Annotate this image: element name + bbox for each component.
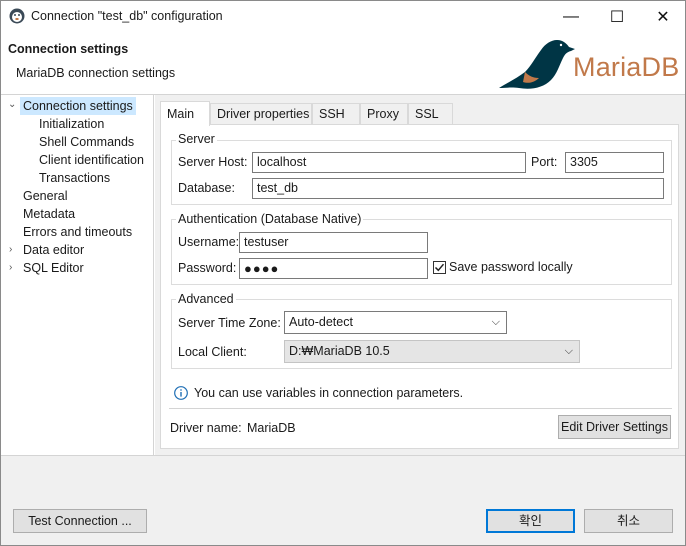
dialog-header: Connection settings MariaDB connection s… bbox=[1, 32, 685, 94]
chevron-right-icon[interactable]: › bbox=[9, 259, 19, 277]
main-tab-panel: Server Server Host: localhost Port: 3305… bbox=[160, 124, 679, 449]
database-label: Database: bbox=[178, 181, 235, 195]
tree-item-connection-settings[interactable]: Connection settings bbox=[20, 97, 136, 115]
database-input[interactable]: test_db bbox=[252, 178, 664, 199]
header-subtitle: MariaDB connection settings bbox=[16, 66, 176, 80]
username-label: Username: bbox=[178, 235, 240, 249]
local-client-value: D:₩MariaDB 10.5 bbox=[289, 344, 390, 358]
minimize-icon: — bbox=[563, 7, 579, 25]
dbeaver-app-icon bbox=[9, 8, 25, 24]
info-icon bbox=[174, 386, 188, 400]
maximize-button[interactable]: ☐ bbox=[594, 1, 640, 32]
window-title: Connection "test_db" configuration bbox=[31, 9, 223, 23]
variables-info-text: You can use variables in connection para… bbox=[194, 386, 464, 400]
chevron-down-icon: ⌵ bbox=[564, 345, 573, 357]
test-connection-button[interactable]: Test Connection ... bbox=[13, 509, 147, 533]
header-title: Connection settings bbox=[8, 42, 129, 56]
sea-lion-icon bbox=[499, 40, 575, 89]
logo-text: MariaDB bbox=[573, 52, 680, 82]
edit-driver-settings-button[interactable]: Edit Driver Settings bbox=[558, 415, 671, 439]
tree-item-metadata[interactable]: Metadata bbox=[23, 205, 75, 223]
tree-item-general[interactable]: General bbox=[23, 187, 67, 205]
checkmark-icon bbox=[434, 263, 445, 272]
tree-item-client-identification[interactable]: Client identification bbox=[39, 151, 144, 169]
tab-driver-properties[interactable]: Driver properties bbox=[210, 103, 312, 125]
tree-item-data-editor[interactable]: Data editor bbox=[23, 241, 84, 259]
local-client-label: Local Client: bbox=[178, 345, 247, 359]
mariadb-logo: MariaDB bbox=[495, 32, 685, 94]
local-client-select[interactable]: D:₩MariaDB 10.5 ⌵ bbox=[284, 340, 580, 363]
server-time-zone-value: Auto-detect bbox=[289, 315, 353, 329]
dialog-window: Connection "test_db" configuration — ☐ ✕… bbox=[0, 0, 686, 546]
auth-group-label: Authentication (Database Native) bbox=[176, 212, 364, 226]
server-time-zone-label: Server Time Zone: bbox=[178, 316, 281, 330]
chevron-down-icon[interactable]: ⌄ bbox=[8, 96, 18, 114]
password-input[interactable]: ●●●● bbox=[239, 258, 428, 279]
driver-name-label: Driver name: bbox=[170, 421, 242, 435]
minimize-button[interactable]: — bbox=[548, 1, 594, 32]
chevron-down-icon: ⌵ bbox=[491, 316, 500, 328]
chevron-right-icon[interactable]: › bbox=[9, 241, 19, 259]
advanced-group-label: Advanced bbox=[176, 292, 236, 306]
tab-ssl[interactable]: SSL bbox=[408, 103, 453, 125]
title-bar[interactable]: Connection "test_db" configuration — ☐ ✕ bbox=[1, 1, 685, 32]
server-group-label: Server bbox=[176, 132, 217, 146]
driver-name-value: MariaDB bbox=[247, 421, 296, 435]
server-time-zone-select[interactable]: Auto-detect ⌵ bbox=[284, 311, 507, 334]
maximize-icon: ☐ bbox=[609, 8, 625, 26]
port-label: Port: bbox=[531, 155, 558, 169]
tree-item-errors-and-timeouts[interactable]: Errors and timeouts bbox=[23, 223, 132, 241]
tab-proxy[interactable]: Proxy bbox=[360, 103, 408, 125]
tree-item-initialization[interactable]: Initialization bbox=[39, 115, 104, 133]
server-host-input[interactable]: localhost bbox=[252, 152, 526, 173]
close-window-button[interactable]: ✕ bbox=[640, 1, 686, 32]
save-password-checkbox[interactable] bbox=[433, 261, 446, 274]
ok-button[interactable]: 확인 bbox=[486, 509, 575, 533]
settings-tree: ⌄ Connection settings Initialization She… bbox=[1, 95, 154, 455]
cancel-button[interactable]: 취소 bbox=[584, 509, 673, 533]
close-icon: ✕ bbox=[656, 8, 670, 26]
server-host-label: Server Host: bbox=[178, 155, 248, 169]
dialog-footer: Test Connection ... 확인 취소 bbox=[1, 455, 685, 545]
driver-divider bbox=[169, 408, 672, 409]
password-label: Password: bbox=[178, 261, 237, 275]
tree-item-sql-editor[interactable]: SQL Editor bbox=[23, 259, 84, 277]
tab-main[interactable]: Main bbox=[160, 101, 210, 126]
tree-item-transactions[interactable]: Transactions bbox=[39, 169, 110, 187]
save-password-label[interactable]: Save password locally bbox=[449, 260, 573, 274]
tab-ssh[interactable]: SSH bbox=[312, 103, 360, 125]
tree-item-shell-commands[interactable]: Shell Commands bbox=[39, 133, 134, 151]
port-input[interactable]: 3305 bbox=[565, 152, 664, 173]
username-input[interactable]: testuser bbox=[239, 232, 428, 253]
